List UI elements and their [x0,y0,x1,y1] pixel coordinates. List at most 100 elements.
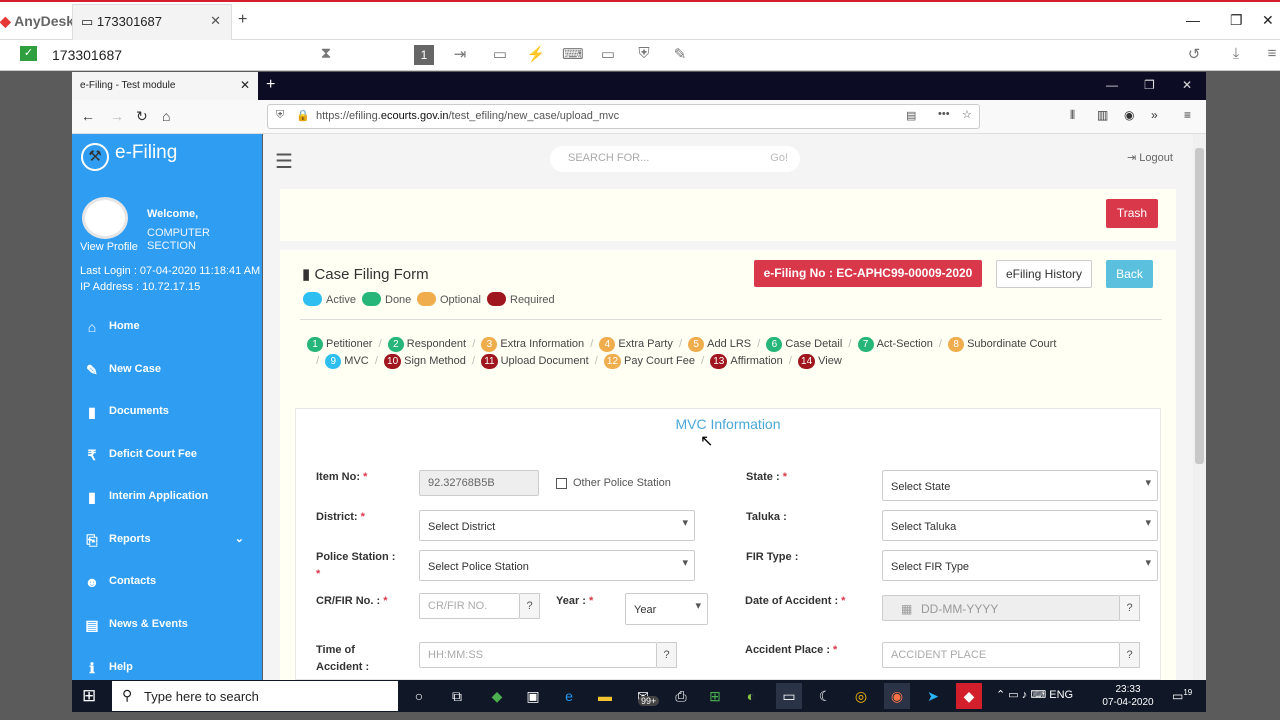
new-tab-icon[interactable]: + [238,11,247,29]
back-button[interactable]: Back [1106,260,1153,288]
hamburger-menu-icon[interactable]: ☰ [275,149,293,174]
reload-icon[interactable]: ↻ [136,108,148,125]
telegram-icon[interactable]: ➤ [920,683,946,709]
step-sign-method[interactable]: 10 Sign Method [384,354,466,369]
sidebar-item-news-events[interactable]: ▤ News & Events [72,611,262,641]
app-icon[interactable]: ◆ [484,683,510,709]
new-browser-tab-icon[interactable]: + [266,76,275,94]
step-upload-document[interactable]: 11 Upload Document [481,354,589,369]
sidebar-item-reports[interactable]: ⎘ Reports ⌄ [72,526,262,556]
search-input[interactable]: SEARCH FOR... Go! [550,146,800,172]
language-indicator[interactable]: ENG [1049,689,1073,701]
bookmark-star-icon[interactable]: ☆ [962,108,972,121]
step-add-lrs[interactable]: 5 Add LRS [688,337,751,352]
view-profile-link[interactable]: View Profile [80,241,138,253]
sidebar-toggle-icon[interactable]: ▥ [1097,108,1108,122]
fir-type-select[interactable]: Select FIR Type [882,550,1158,581]
back-arrow-icon[interactable]: ← [81,108,95,124]
page-actions-icon[interactable]: ••• [938,108,950,120]
browser-menu-icon[interactable]: ≡ [1184,108,1191,122]
sidebar-item-documents[interactable]: ▮ Documents [72,398,262,428]
place-help-icon[interactable]: ? [1120,642,1140,668]
firefox-icon[interactable]: ◉ [884,683,910,709]
scrollbar-thumb[interactable] [1195,148,1204,464]
anydesk-taskbar-icon[interactable]: ◆ [956,683,982,709]
reader-icon[interactable]: ▤ [906,109,916,122]
date-of-accident-input[interactable]: ▦ DD-MM-YYYY [882,595,1120,621]
url-bar[interactable]: ⛨ 🔒 https://efiling.ecourts.gov.in/test_… [267,104,980,129]
permissions-icon[interactable]: ⛨ [634,45,654,65]
minimize-icon[interactable]: — [1186,12,1200,28]
forward-arrow-icon[interactable]: → [110,108,124,124]
cr-fir-input[interactable]: CR/FIR NO. [419,593,520,619]
chevron-up-icon[interactable]: ⌃ [996,689,1005,701]
store-icon[interactable]: ▣ [520,683,546,709]
home-browser-icon[interactable]: ⌂ [162,108,170,124]
search-go-button[interactable]: Go! [770,152,788,164]
step-subordinate-court[interactable]: 8 Subordinate Court [948,337,1056,352]
browser-restore-icon[interactable]: ❐ [1144,78,1155,92]
account-icon[interactable]: ◉ [1124,108,1134,122]
cortana-icon[interactable]: ○ [406,683,432,709]
step-pay-court-fee[interactable]: 12 Pay Court Fee [603,354,695,369]
browser-close-icon[interactable]: ✕ [1182,78,1192,92]
step-extra-information[interactable]: 3 Extra Information [481,337,584,352]
browser-minimize-icon[interactable]: — [1106,78,1118,92]
chrome-icon[interactable]: ◎ [848,683,874,709]
step-view[interactable]: 14 View [798,354,842,369]
date-help-icon[interactable]: ? [1120,595,1140,621]
sidebar-item-deficit-court-fee[interactable]: ₹ Deficit Court Fee [72,441,262,471]
file-transfer-icon[interactable]: ⇥ [450,45,470,65]
sidebar-item-home[interactable]: ⌂ Home [72,313,262,343]
keyboard-icon[interactable]: ⌨ [562,45,584,65]
sidebar-item-new-case[interactable]: ✎ New Case [72,356,262,386]
logout-link[interactable]: ⇥ Logout [1127,151,1173,164]
time-of-accident-input[interactable]: HH:MM:SS [419,642,657,668]
chat-icon[interactable]: ▭ [490,45,510,65]
efiling-history-button[interactable]: eFiling History [996,260,1092,288]
accident-place-input[interactable]: ACCIDENT PLACE [882,642,1120,668]
browser-tab[interactable]: e-Filing - Test module ✕ [72,72,258,100]
sidebar-item-contacts[interactable]: ☻ Contacts [72,568,262,598]
remote-icon[interactable]: ▭ [776,683,802,709]
restore-icon[interactable]: ❐ [1230,12,1243,29]
other-police-checkbox[interactable] [556,478,567,489]
district-select[interactable]: Select District [419,510,695,541]
network-icon[interactable]: ▭ [1008,689,1018,701]
close-browser-tab-icon[interactable]: ✕ [240,78,250,92]
actions-icon[interactable]: ⚡ [526,45,546,65]
step-respondent[interactable]: 2 Respondent [387,337,466,352]
printer-icon[interactable]: ⎙ [668,683,694,709]
network-app-icon[interactable]: ⊞ [702,683,728,709]
taluka-select[interactable]: Select Taluka [882,510,1158,541]
menu-icon[interactable]: ≡ [1262,45,1280,65]
close-window-icon[interactable]: ✕ [1262,12,1274,29]
year-select[interactable]: Year [625,593,708,625]
app3-icon[interactable]: ☾ [812,683,838,709]
time-help-icon[interactable]: ? [657,642,677,668]
volume-icon[interactable]: ♪ [1022,689,1028,701]
monitor-1-icon[interactable]: 1 [414,45,434,65]
library-icon[interactable]: ⫴ [1070,108,1075,123]
windows-start-icon[interactable]: ⊞ [82,686,96,706]
trash-button[interactable]: Trash [1106,199,1158,228]
step-extra-party[interactable]: 4 Extra Party [599,337,673,352]
step-case-detail[interactable]: 6 Case Detail [766,337,842,352]
notification-icon[interactable]: ▭19 [1172,688,1192,703]
edge-icon[interactable]: e [556,683,582,709]
step-act-section[interactable]: 7 Act-Section [857,337,933,352]
state-select[interactable]: Select State [882,470,1158,501]
taskbar-search[interactable]: ⚲ Type here to search [112,681,398,711]
anydesk-address-field[interactable]: 173301687 [20,44,330,66]
item-no-field[interactable]: 92.32768B5B [419,470,539,496]
close-tab-icon[interactable]: ✕ [210,13,221,29]
police-station-select[interactable]: Select Police Station [419,550,695,581]
download-icon[interactable]: ⤓ [1226,45,1246,65]
sidebar-item-interim-application[interactable]: ▮ Interim Application [72,483,262,513]
cr-fir-help-icon[interactable]: ? [520,593,540,619]
display-icon[interactable]: ▭ [598,45,618,65]
clock[interactable]: 23:33 07-04-2020 [1100,683,1156,709]
keyboard-tray-icon[interactable]: ⌨ [1030,689,1046,701]
whiteboard-icon[interactable]: ✎ [670,45,690,65]
step-mvc[interactable]: 9 MVC [325,354,369,369]
